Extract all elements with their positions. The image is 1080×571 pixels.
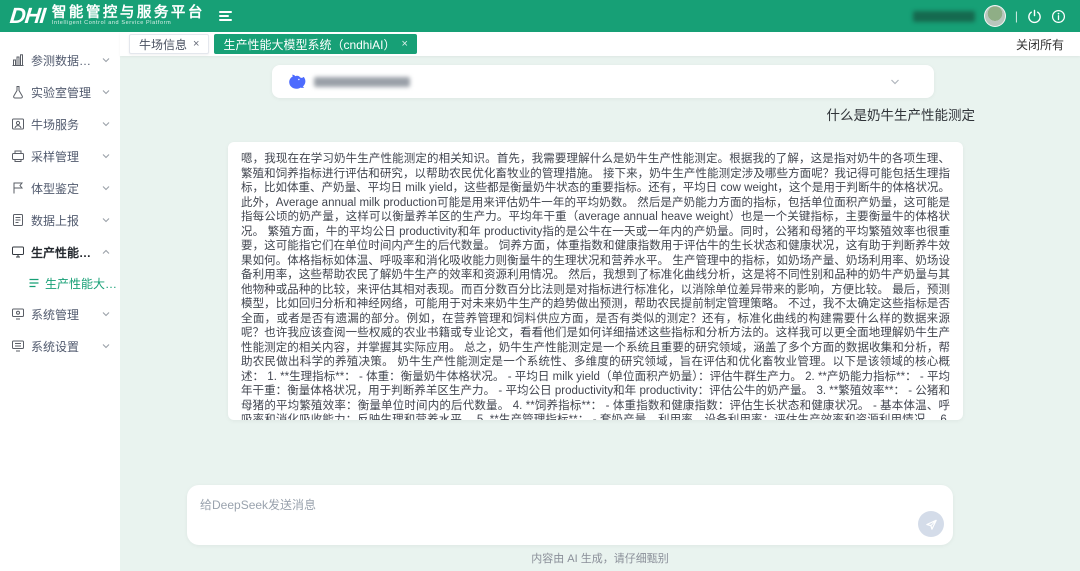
- sidebar-item-label: 生产性能大模型系...: [31, 244, 102, 261]
- username-redacted: [913, 11, 975, 22]
- info-icon[interactable]: [1051, 9, 1066, 24]
- chevron-down-icon: [102, 184, 110, 192]
- sidebar-item-conformation-appraisal[interactable]: 体型鉴定: [0, 172, 120, 204]
- logo-dhi-text: DHI: [9, 5, 46, 27]
- conformation-icon: [11, 181, 25, 195]
- sidebar-item-system-admin[interactable]: 系统管理: [0, 298, 120, 330]
- user-message-row: 什么是奶牛生产性能测定: [120, 104, 1080, 124]
- chevron-down-icon: [102, 88, 110, 96]
- sidebar-item-label: 数据上报: [31, 212, 79, 229]
- chevron-down-icon: [102, 216, 110, 224]
- app-subtitle: Intelligent Control and Service Platform: [52, 21, 205, 27]
- sidebar-item-lab-management[interactable]: 实验室管理: [0, 76, 120, 108]
- tab-bar: 牛场信息 × 生产性能大模型系统（cndhiAI） × 关闭所有: [120, 32, 1080, 56]
- deepseek-whale-icon: [284, 71, 306, 93]
- message-input-box: [187, 485, 953, 545]
- model-name-redacted: [314, 77, 410, 87]
- tab-close-icon[interactable]: ×: [193, 39, 199, 50]
- tab-label: 牛场信息: [139, 36, 187, 53]
- chat-content-area: 什么是奶牛生产性能测定 嗯，我现在在学习奶牛生产性能测定的相关知识。首先，我需要…: [120, 56, 1080, 571]
- system-settings-icon: [11, 339, 25, 353]
- avatar[interactable]: [984, 5, 1006, 27]
- sidebar-item-test-data-management[interactable]: 参测数据管理: [0, 44, 120, 76]
- app-logo: DHI 智能管控与服务平台 Intelligent Control and Se…: [0, 5, 205, 27]
- sidebar-item-system-settings[interactable]: 系统设置: [0, 330, 120, 362]
- app-title: 智能管控与服务平台: [52, 6, 205, 21]
- sidebar: 参测数据管理 实验室管理 牛场服务 采样管理 体型鉴定 数据上报 生产性能大模型…: [0, 32, 120, 571]
- chevron-down-icon: [102, 342, 110, 350]
- chevron-down-icon[interactable]: [890, 77, 900, 87]
- farm-icon: [11, 117, 25, 131]
- ai-response-text: 嗯，我现在在学习奶牛生产性能测定的相关知识。首先，我需要理解什么是奶牛生产性能测…: [241, 152, 950, 420]
- close-all-tabs-button[interactable]: 关闭所有: [1016, 36, 1064, 53]
- tab-farm-info[interactable]: 牛场信息 ×: [129, 34, 209, 54]
- header-separator: |: [1015, 9, 1018, 23]
- sidebar-item-label: 采样管理: [31, 148, 79, 165]
- chevron-up-icon: [102, 248, 110, 256]
- model-icon: [11, 245, 25, 259]
- chevron-down-icon: [102, 152, 110, 160]
- sidebar-item-production-model-system[interactable]: 生产性能大模型系...: [0, 236, 120, 268]
- sidebar-subitem-production-model-system[interactable]: 生产性能大模型系...: [0, 268, 120, 298]
- tab-production-model-system[interactable]: 生产性能大模型系统（cndhiAI） ×: [214, 34, 416, 54]
- system-admin-icon: [11, 307, 25, 321]
- flask-icon: [11, 85, 25, 99]
- sidebar-item-label: 参测数据管理: [31, 52, 102, 69]
- tab-close-icon[interactable]: ×: [401, 39, 407, 50]
- app-header: DHI 智能管控与服务平台 Intelligent Control and Se…: [0, 0, 1080, 32]
- model-selector[interactable]: [272, 65, 934, 98]
- message-input[interactable]: [187, 485, 953, 545]
- power-icon[interactable]: [1027, 9, 1042, 24]
- user-message: 什么是奶牛生产性能测定: [827, 104, 976, 124]
- chart-icon: [11, 53, 25, 67]
- chevron-down-icon: [102, 56, 110, 64]
- send-icon: [925, 518, 938, 531]
- sidebar-item-label: 牛场服务: [31, 116, 79, 133]
- report-icon: [11, 213, 25, 227]
- sidebar-item-farm-service[interactable]: 牛场服务: [0, 108, 120, 140]
- sidebar-item-label: 系统设置: [31, 338, 79, 355]
- tab-label: 生产性能大模型系统（cndhiAI）: [223, 36, 395, 53]
- list-icon: [28, 277, 40, 289]
- sidebar-item-label: 体型鉴定: [31, 180, 79, 197]
- chevron-down-icon: [102, 120, 110, 128]
- ai-generated-disclaimer: 内容由 AI 生成，请仔细甄别: [120, 550, 1080, 566]
- ai-response-card: 嗯，我现在在学习奶牛生产性能测定的相关知识。首先，我需要理解什么是奶牛生产性能测…: [228, 142, 963, 420]
- send-button[interactable]: [918, 511, 944, 537]
- sidebar-item-label: 系统管理: [31, 306, 79, 323]
- sidebar-item-sampling-management[interactable]: 采样管理: [0, 140, 120, 172]
- sidebar-subitem-label: 生产性能大模型系...: [45, 275, 120, 292]
- sidebar-collapse-icon[interactable]: [219, 11, 232, 21]
- sampling-icon: [11, 149, 25, 163]
- sidebar-item-label: 实验室管理: [31, 84, 91, 101]
- sidebar-item-data-reporting[interactable]: 数据上报: [0, 204, 120, 236]
- chevron-down-icon: [102, 310, 110, 318]
